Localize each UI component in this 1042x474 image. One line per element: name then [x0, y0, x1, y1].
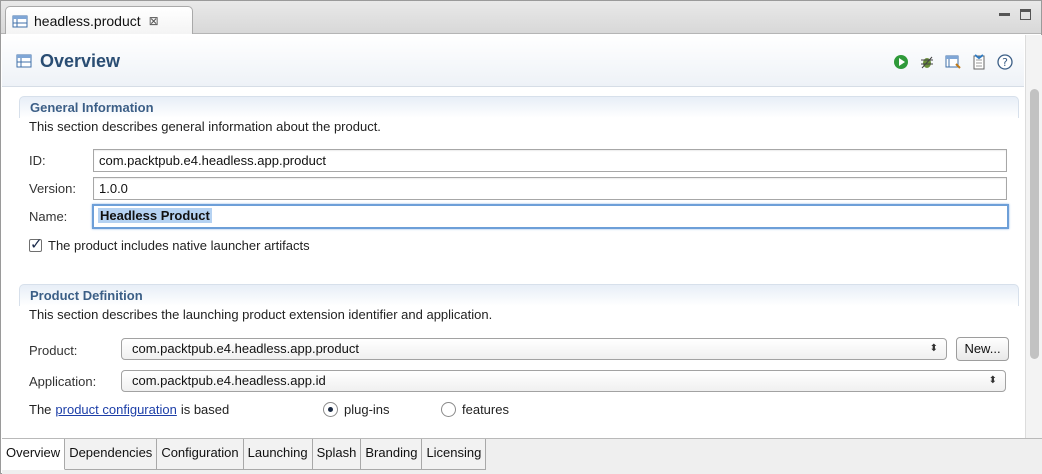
new-product-button[interactable]: New... — [956, 337, 1009, 361]
debug-icon[interactable] — [918, 53, 936, 71]
svg-text:?: ? — [1002, 56, 1008, 69]
combo-arrows-icon: ⬍ — [929, 343, 938, 354]
section-title-definition: Product Definition — [19, 284, 1019, 306]
scrollbar-thumb[interactable] — [1030, 89, 1039, 359]
product-label: Product: — [29, 343, 78, 358]
vertical-scrollbar[interactable] — [1025, 35, 1042, 438]
product-editor-window: headless.product ⊠ Overview ? General In… — [0, 0, 1042, 474]
minimize-icon[interactable] — [999, 13, 1010, 16]
features-radio-label: features — [462, 402, 509, 417]
editor-page-tabs: Overview Dependencies Configuration Laun… — [2, 438, 1042, 474]
application-combo-value: com.packtpub.e4.headless.app.id — [132, 373, 326, 388]
application-combo[interactable]: com.packtpub.e4.headless.app.id ⬍ — [121, 370, 1006, 392]
page-title: Overview — [40, 51, 121, 71]
name-field[interactable]: Headless Product — [92, 204, 1009, 229]
product-definition-section: Product Definition This section describe… — [19, 284, 1019, 434]
combo-arrows-icon: ⬍ — [988, 375, 997, 386]
id-field[interactable]: com.packtpub.e4.headless.app.product — [93, 149, 1007, 172]
tab-splash[interactable]: Splash — [312, 439, 362, 470]
general-information-section: General Information This section describ… — [19, 96, 1019, 266]
editor-tab-bar: headless.product ⊠ — [1, 1, 1041, 34]
editor-tab-headless-product[interactable]: headless.product ⊠ — [5, 6, 193, 34]
section-title-general: General Information — [19, 96, 1019, 118]
tab-overview[interactable]: Overview — [2, 439, 66, 470]
tab-launching[interactable]: Launching — [243, 439, 313, 470]
export-icon[interactable] — [944, 53, 962, 71]
close-tab-icon[interactable]: ⊠ — [149, 14, 159, 28]
product-file-icon — [12, 15, 28, 27]
checkmark-icon: ✓ — [30, 236, 43, 253]
run-icon[interactable] — [892, 53, 910, 71]
config-suffix: is based — [180, 402, 230, 417]
version-label: Version: — [29, 181, 76, 196]
overview-icon — [16, 54, 32, 68]
config-prefix: The — [29, 402, 52, 417]
features-radio[interactable] — [441, 402, 456, 417]
editor-tab-label: headless.product — [34, 12, 141, 29]
application-label: Application: — [29, 374, 97, 389]
product-combo[interactable]: com.packtpub.e4.headless.app.product ⬍ — [121, 338, 947, 360]
tab-branding[interactable]: Branding — [361, 439, 423, 470]
tab-licensing[interactable]: Licensing — [422, 439, 487, 470]
product-configuration-link[interactable]: product configuration — [55, 402, 176, 417]
plugins-radio-label: plug-ins — [344, 402, 390, 417]
tab-configuration[interactable]: Configuration — [157, 439, 244, 470]
section-description-general: This section describes general informati… — [29, 119, 381, 134]
maximize-icon[interactable] — [1020, 9, 1031, 20]
native-launcher-label: The product includes native launcher art… — [48, 238, 310, 253]
product-combo-value: com.packtpub.e4.headless.app.product — [132, 341, 359, 356]
section-description-definition: This section describes the launching pro… — [29, 307, 493, 322]
name-label: Name: — [29, 209, 68, 224]
tab-dependencies[interactable]: Dependencies — [65, 439, 158, 470]
help-icon[interactable]: ? — [996, 53, 1014, 71]
name-field-selected-text: Headless Product — [98, 208, 212, 223]
native-launcher-checkbox[interactable]: ✓ — [29, 236, 43, 253]
sync-icon[interactable] — [970, 53, 988, 71]
version-field[interactable]: 1.0.0 — [93, 177, 1007, 200]
id-label: ID: — [29, 153, 46, 168]
form-header: Overview ? — [2, 35, 1024, 87]
plugins-radio[interactable] — [323, 402, 338, 417]
